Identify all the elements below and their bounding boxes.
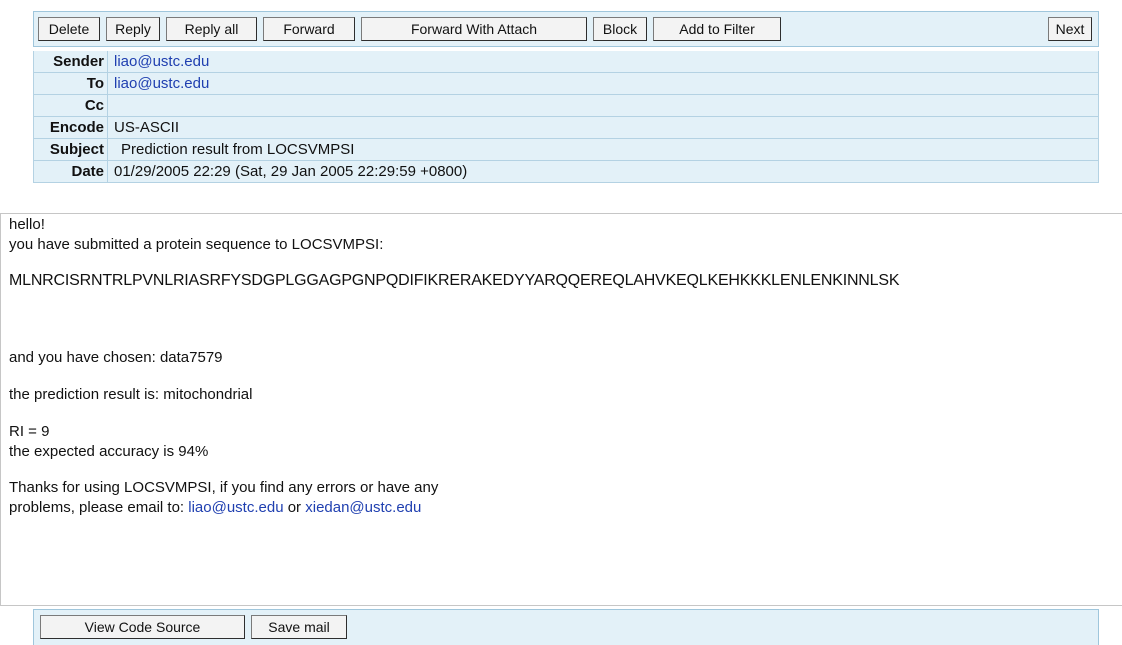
greeting-text: hello! bbox=[9, 216, 45, 233]
cc-label: Cc bbox=[34, 95, 108, 116]
reply-all-button[interactable]: Reply all bbox=[166, 17, 257, 41]
date-label: Date bbox=[34, 161, 108, 182]
bottom-toolbar: View Code Source Save mail bbox=[33, 609, 1099, 645]
forward-button[interactable]: Forward bbox=[263, 17, 355, 41]
accuracy-text: the expected accuracy is 94% bbox=[9, 443, 209, 460]
prediction-text: the prediction result is: mitochondrial bbox=[9, 386, 253, 403]
sender-row: Sender liao@ustc.edu bbox=[34, 51, 1098, 73]
next-button[interactable]: Next bbox=[1048, 17, 1092, 41]
or-text: or bbox=[283, 499, 306, 516]
subject-value: Prediction result from LOCSVMPSI bbox=[121, 141, 355, 158]
delete-button[interactable]: Delete bbox=[38, 17, 100, 41]
view-code-source-button[interactable]: View Code Source bbox=[40, 615, 245, 639]
block-button[interactable]: Block bbox=[593, 17, 647, 41]
encode-row: Encode US-ASCII bbox=[34, 117, 1098, 139]
date-row: Date 01/29/2005 22:29 (Sat, 29 Jan 2005 … bbox=[34, 161, 1098, 183]
subject-label: Subject bbox=[34, 139, 108, 160]
forward-with-attach-button[interactable]: Forward With Attach bbox=[361, 17, 587, 41]
encode-value: US-ASCII bbox=[114, 119, 180, 136]
add-to-filter-button[interactable]: Add to Filter bbox=[653, 17, 781, 41]
ri-text: RI = 9 bbox=[9, 423, 50, 440]
to-link[interactable]: liao@ustc.edu bbox=[114, 73, 209, 94]
encode-label: Encode bbox=[34, 117, 108, 138]
subject-row: Subject Prediction result from LOCSVMPSI bbox=[34, 139, 1098, 161]
chosen-text: and you have chosen: data7579 bbox=[9, 349, 223, 366]
to-label: To bbox=[34, 73, 108, 94]
message-headers: Sender liao@ustc.edu To liao@ustc.edu Cc… bbox=[33, 51, 1099, 183]
to-row: To liao@ustc.edu bbox=[34, 73, 1098, 95]
contact-line: problems, please email to: liao@ustc.edu… bbox=[9, 498, 421, 518]
email-link-xiedan[interactable]: xiedan@ustc.edu bbox=[305, 499, 421, 516]
message-body: hello! you have submitted a protein sequ… bbox=[0, 213, 1122, 606]
submitted-text: you have submitted a protein sequence to… bbox=[9, 236, 384, 253]
date-value: 01/29/2005 22:29 (Sat, 29 Jan 2005 22:29… bbox=[114, 163, 468, 180]
thanks-text: Thanks for using LOCSVMPSI, if you find … bbox=[9, 479, 439, 496]
sender-label: Sender bbox=[34, 51, 108, 72]
protein-sequence: MLNRCISRNTRLPVNLRIASRFYSDGPLGGAGPGNPQDIF… bbox=[9, 272, 900, 289]
email-link-liao[interactable]: liao@ustc.edu bbox=[188, 499, 283, 516]
toolbar: Delete Reply Reply all Forward Forward W… bbox=[33, 11, 1099, 47]
reply-button[interactable]: Reply bbox=[106, 17, 160, 41]
save-mail-button[interactable]: Save mail bbox=[251, 615, 347, 639]
cc-row: Cc bbox=[34, 95, 1098, 117]
sender-link[interactable]: liao@ustc.edu bbox=[114, 51, 209, 72]
contact-prefix: problems, please email to: bbox=[9, 499, 189, 516]
